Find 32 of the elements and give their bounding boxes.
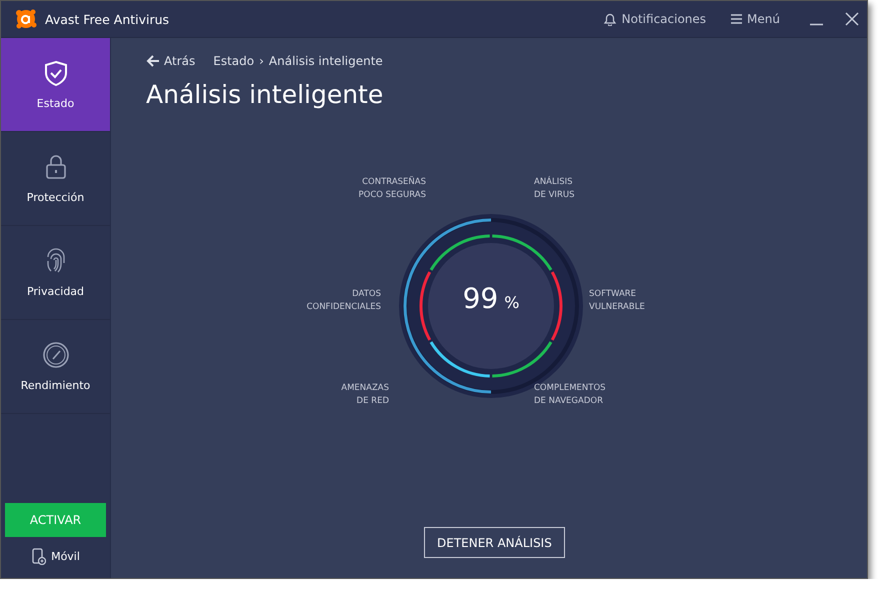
stop-scan-button[interactable]: DETENER ANÁLISIS	[424, 527, 565, 558]
sidebar-item[interactable]: Protección	[1, 132, 110, 226]
category-label: DATOS CONFIDENCIALES	[306, 288, 381, 314]
percent-sign: %	[504, 293, 520, 312]
sidebar-item[interactable]: Rendimiento	[1, 320, 110, 414]
gauge-icon	[42, 341, 70, 369]
category-label: ANÁLISIS DE VIRUS	[534, 176, 574, 202]
category-label: AMENAZAS DE RED	[341, 382, 389, 408]
percent-value: 99	[462, 282, 498, 315]
bell-icon	[602, 12, 618, 26]
back-link[interactable]: Atrás	[146, 54, 196, 68]
sidebar-item[interactable]: Estado	[1, 38, 110, 132]
minimize-icon	[810, 23, 823, 26]
back-arrow-icon	[146, 54, 160, 68]
sidebar-item[interactable]: Privacidad	[1, 226, 110, 320]
menu-icon	[730, 13, 744, 25]
app-logo-icon	[15, 8, 37, 30]
breadcrumb-item[interactable]: Estado	[213, 54, 254, 68]
window-title: Avast Free Antivirus	[45, 12, 170, 26]
breadcrumb-separator: ›	[259, 54, 264, 68]
phone-icon	[31, 548, 46, 565]
category-label: SOFTWARE VULNERABLE	[589, 288, 645, 314]
notifications-button[interactable]: Notificaciones	[594, 12, 714, 26]
mobile-link[interactable]: Móvil	[1, 547, 110, 566]
close-icon	[845, 12, 859, 26]
page-title: Análisis inteligente	[146, 80, 384, 109]
breadcrumb-item: Análisis inteligente	[268, 54, 383, 68]
category-label: CONTRASEÑAS POCO SEGURAS	[358, 176, 426, 202]
menu-button[interactable]: Menú	[722, 12, 788, 26]
category-label: COMPLEMENTOS DE NAVEGADOR	[534, 382, 606, 408]
minimize-button[interactable]	[810, 23, 823, 26]
close-button[interactable]	[845, 12, 859, 26]
